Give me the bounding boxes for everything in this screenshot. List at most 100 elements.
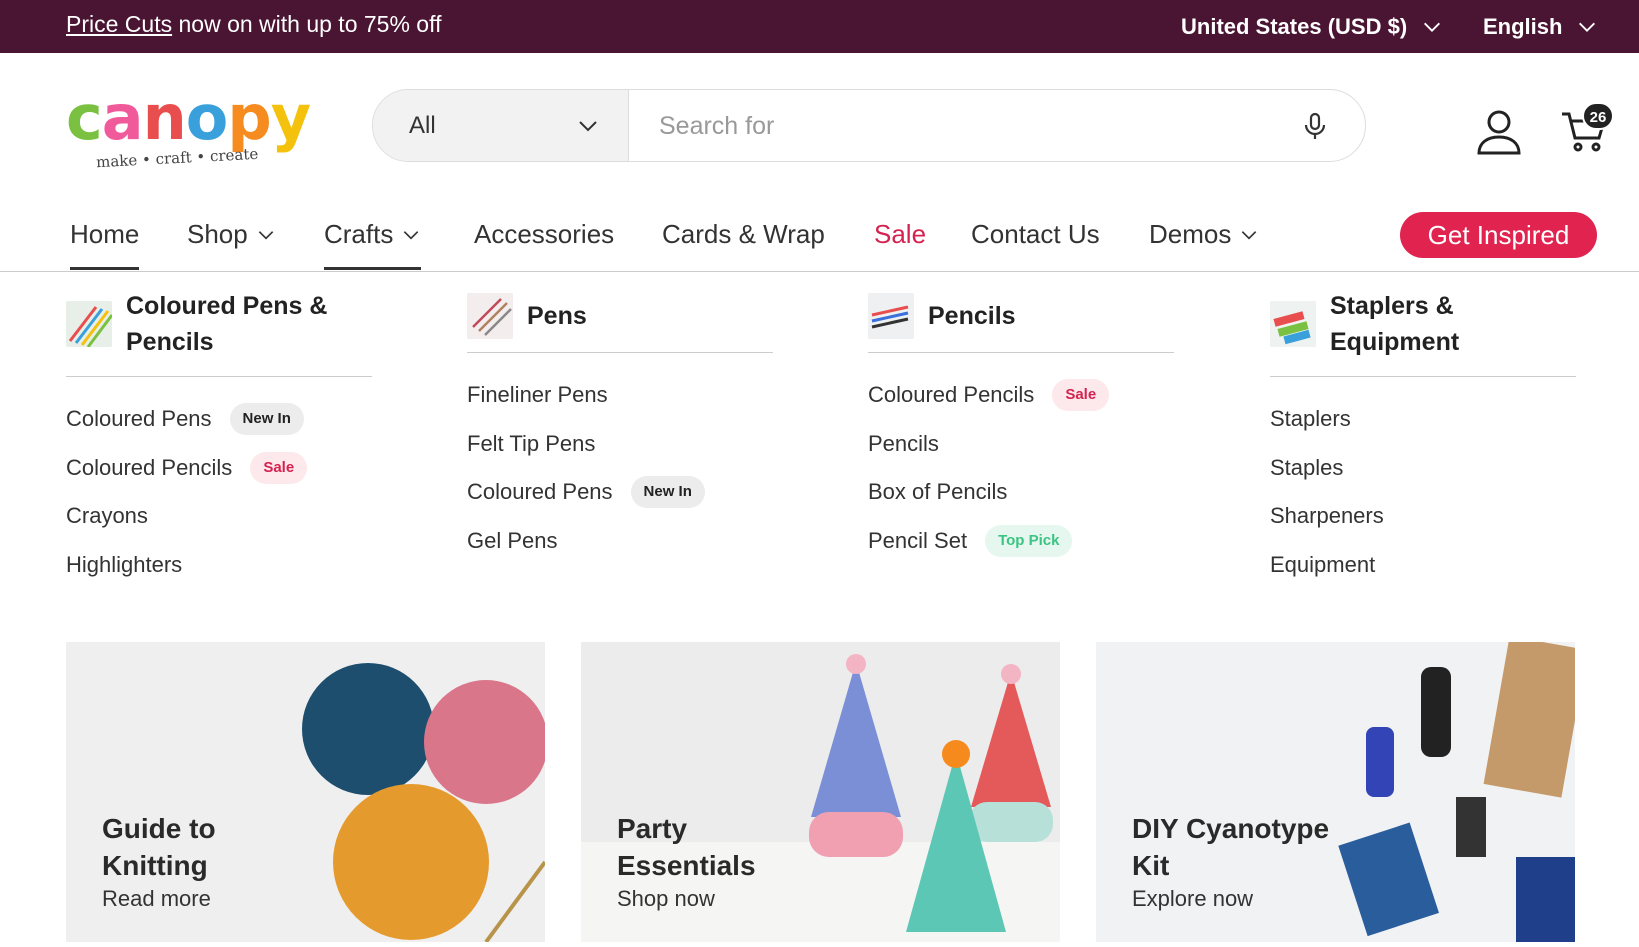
sale-badge: Sale <box>250 451 308 484</box>
search-category-label: All <box>409 111 436 139</box>
category-thumbnail <box>467 293 513 339</box>
new-in-badge: New In <box>229 403 304 436</box>
card-title-line: Essentials <box>617 850 756 881</box>
country-selector[interactable]: United States (USD $) <box>1181 0 1443 53</box>
menu-link-label: Fineliner Pens <box>467 382 608 408</box>
menu-link-label: Equipment <box>1270 551 1376 577</box>
logo-letter: p <box>227 81 271 154</box>
nav-sale[interactable]: Sale <box>874 207 926 271</box>
announcement-bar: Price Cuts now on with up to 75% off Uni… <box>0 0 1639 53</box>
menu-link-label: Box of Pencils <box>868 479 1008 505</box>
cart-count-badge: 26 <box>1582 102 1614 130</box>
canopy-logo[interactable]: canopy make • craft • create <box>66 87 311 174</box>
search-input[interactable] <box>659 104 1259 148</box>
card-link: Shop now <box>617 886 715 911</box>
nav-contact-us[interactable]: Contact Us <box>971 207 1100 271</box>
promo-card-party[interactable]: Party Essentials Shop now <box>581 642 1060 942</box>
menu-link-label: Staplers <box>1270 406 1351 432</box>
menu-heading-title: Pens <box>527 302 587 330</box>
menu-heading[interactable]: Pens <box>467 288 773 353</box>
language-selector[interactable]: English <box>1483 0 1598 53</box>
menu-link[interactable]: Coloured Pens New In <box>467 468 773 517</box>
promo-message: Price Cuts now on with up to 75% off <box>66 0 441 53</box>
chevron-down-icon <box>1579 22 1596 32</box>
menu-link-label: Coloured Pencils <box>868 382 1035 408</box>
menu-link-label: Gel Pens <box>467 527 558 553</box>
chevron-down-icon <box>258 231 273 240</box>
menu-link[interactable]: Staples <box>1270 444 1576 493</box>
chevron-down-icon <box>404 231 419 240</box>
nav-cards-wrap-label: Cards & Wrap <box>662 219 825 249</box>
nav-shop[interactable]: Shop <box>187 207 276 271</box>
chevron-down-icon <box>1242 231 1257 240</box>
menu-heading[interactable]: Coloured Pens & Pencils <box>66 288 372 377</box>
nav-crafts[interactable]: Crafts <box>324 207 422 271</box>
promo-card-cyanotype[interactable]: DIY Cyanotype Kit Explore now <box>1096 642 1575 942</box>
menu-column-staplers-equipment: Staplers & Equipment Staplers Staples Sh… <box>1270 288 1576 589</box>
card-title-line: Knitting <box>102 850 208 881</box>
card-title: Guide to Knitting <box>102 810 216 884</box>
menu-link[interactable]: Highlighters <box>66 541 372 590</box>
logo-letter: n <box>142 81 187 154</box>
price-cuts-link[interactable]: Price Cuts <box>66 11 172 37</box>
promo-text: now on with up to 75% off <box>172 11 442 37</box>
menu-link[interactable]: Pencil Set Top Pick <box>868 517 1174 566</box>
menu-link[interactable]: Coloured Pencils Sale <box>868 371 1174 420</box>
menu-column-pens: Pens Fineliner Pens Felt Tip Pens Colour… <box>467 288 773 565</box>
menu-link[interactable]: Crayons <box>66 492 372 541</box>
category-thumbnail <box>66 301 112 347</box>
menu-link[interactable]: Gel Pens <box>467 517 773 566</box>
nav-crafts-label: Crafts <box>324 219 394 249</box>
nav-demos[interactable]: Demos <box>1149 207 1259 271</box>
menu-link-label: Coloured Pencils <box>66 454 233 480</box>
menu-link[interactable]: Coloured Pens New In <box>66 395 372 444</box>
nav-shop-label: Shop <box>187 219 248 249</box>
menu-column-pencils: Pencils Coloured Pencils Sale Pencils Box… <box>868 288 1174 565</box>
menu-link-label: Crayons <box>66 503 148 529</box>
logo-letter: o <box>185 81 229 154</box>
card-title: DIY Cyanotype Kit <box>1132 810 1329 884</box>
account-icon[interactable] <box>1476 108 1522 156</box>
chevron-down-icon <box>1424 22 1441 32</box>
country-label: United States (USD $) <box>1181 14 1408 39</box>
search-category-select[interactable]: All <box>373 90 629 161</box>
chevron-down-icon <box>579 120 597 131</box>
nav-accessories-label: Accessories <box>474 219 615 249</box>
get-inspired-button[interactable]: Get Inspired <box>1400 212 1597 258</box>
menu-link-label: Coloured Pens <box>467 479 613 505</box>
menu-column-coloured-pens-pencils: Coloured Pens & Pencils Coloured Pens New… <box>66 288 372 589</box>
nav-demos-label: Demos <box>1149 219 1232 249</box>
category-thumbnail <box>1270 301 1316 347</box>
menu-heading[interactable]: Pencils <box>868 288 1174 353</box>
nav-home[interactable]: Home <box>70 207 140 271</box>
microphone-icon[interactable] <box>1299 110 1331 142</box>
menu-link[interactable]: Sharpeners <box>1270 492 1576 541</box>
sale-badge: Sale <box>1052 379 1110 412</box>
menu-heading-title: Pencils <box>928 302 1016 330</box>
menu-link[interactable]: Box of Pencils <box>868 468 1174 517</box>
new-in-badge: New In <box>630 476 705 509</box>
menu-heading-title: Staplers & Equipment <box>1330 292 1460 356</box>
cart-button[interactable]: 26 <box>1560 102 1614 154</box>
menu-heading[interactable]: Staplers & Equipment <box>1270 288 1576 377</box>
card-link: Explore now <box>1132 886 1254 911</box>
category-thumbnail <box>868 293 914 339</box>
nav-cards-wrap[interactable]: Cards & Wrap <box>662 207 825 271</box>
nav-sale-label: Sale <box>874 219 927 249</box>
nav-accessories[interactable]: Accessories <box>474 207 614 271</box>
menu-link[interactable]: Pencils <box>868 420 1174 469</box>
card-title-line: DIY Cyanotype <box>1132 813 1330 844</box>
menu-link[interactable]: Equipment <box>1270 541 1576 590</box>
search-bar: All <box>372 89 1366 162</box>
menu-link[interactable]: Staplers <box>1270 395 1576 444</box>
menu-link-label: Pencils <box>868 430 939 456</box>
menu-link[interactable]: Fineliner Pens <box>467 371 773 420</box>
main-navigation: Home Shop Crafts Accessories Cards & Wra… <box>0 207 1639 272</box>
menu-link[interactable]: Felt Tip Pens <box>467 420 773 469</box>
promo-card-knitting[interactable]: Guide to Knitting Read more <box>66 642 545 942</box>
card-title-line: Kit <box>1132 850 1170 881</box>
card-link: Read more <box>102 886 211 911</box>
menu-link[interactable]: Coloured Pencils Sale <box>66 444 372 493</box>
menu-link-label: Sharpeners <box>1270 503 1384 529</box>
nav-home-label: Home <box>70 219 140 249</box>
